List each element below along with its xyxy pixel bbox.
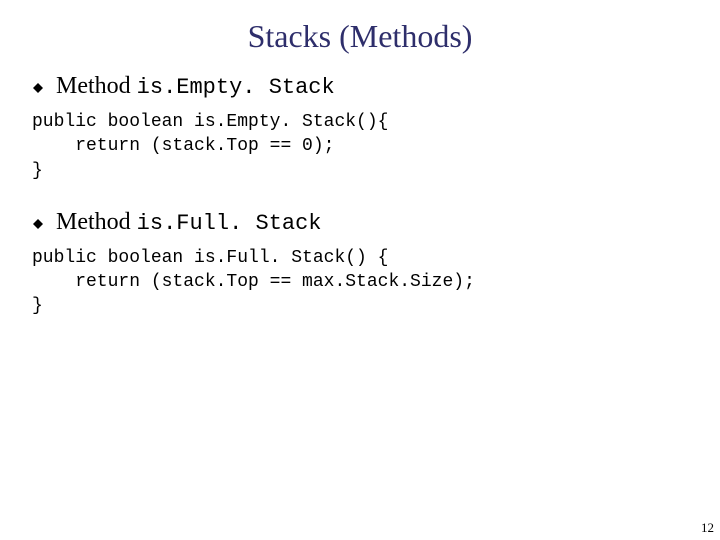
diamond-icon [32, 212, 44, 240]
bullet-label: Method [56, 73, 137, 99]
bullet-label: Method [56, 209, 137, 235]
slide-title: Stacks (Methods) [32, 18, 688, 55]
bullet-text: Method is.Full. Stack [56, 209, 322, 236]
bullet-item: Method is.Empty. Stack [32, 73, 688, 104]
page-number: 12 [701, 520, 714, 536]
bullet-text: Method is.Empty. Stack [56, 73, 335, 100]
bullet-item: Method is.Full. Stack [32, 209, 688, 240]
slide: Stacks (Methods) Method is.Empty. Stack … [0, 0, 720, 540]
bullet-mono: is.Full. Stack [137, 211, 322, 236]
diamond-icon [32, 76, 44, 104]
bullet-mono: is.Empty. Stack [137, 75, 335, 100]
code-block: public boolean is.Empty. Stack(){ return… [32, 110, 688, 183]
code-block: public boolean is.Full. Stack() { return… [32, 246, 688, 319]
